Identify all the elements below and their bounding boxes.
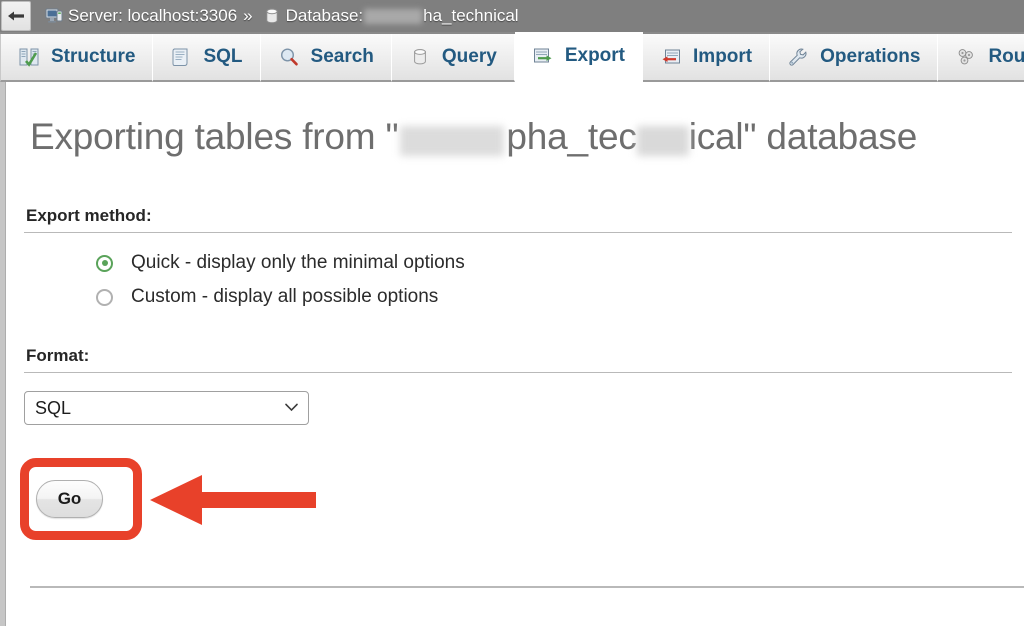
breadcrumb-server[interactable]: Server: localhost:3306 — [45, 6, 237, 26]
tab-sql-label: SQL — [203, 46, 242, 68]
radio-custom-label: Custom - display all possible options — [131, 286, 438, 308]
radio-quick[interactable] — [96, 255, 113, 272]
tab-export-label: Export — [565, 45, 625, 67]
breadcrumb-database-name: ha_technical — [423, 6, 518, 26]
search-icon — [278, 46, 300, 68]
redacted-title-segment-1 — [400, 126, 504, 156]
page-title-prefix: Exporting tables from " — [30, 116, 398, 157]
tab-routines-label: Routines — [988, 46, 1024, 68]
format-heading: Format: — [24, 346, 1012, 373]
redacted-title-segment-2 — [637, 126, 689, 156]
redacted-database-prefix — [364, 9, 422, 24]
query-icon — [409, 46, 431, 68]
bottom-divider — [30, 586, 1024, 588]
tab-import[interactable]: Import — [643, 34, 770, 82]
database-icon — [263, 7, 281, 25]
wrench-icon — [787, 46, 809, 68]
page-title-middle: pha_tec — [506, 116, 636, 157]
structure-icon — [18, 46, 40, 68]
breadcrumb-server-label: Server: localhost:3306 — [68, 6, 237, 26]
import-icon — [660, 46, 682, 68]
tab-query[interactable]: Query — [392, 34, 515, 82]
export-icon — [532, 45, 554, 67]
breadcrumb-separator: » — [243, 6, 252, 26]
format-section: Format: — [24, 346, 1012, 373]
tab-structure-label: Structure — [51, 46, 135, 68]
radio-quick-label: Quick - display only the minimal options — [131, 252, 465, 274]
tab-query-label: Query — [442, 46, 497, 68]
export-method-section: Export method: Quick - display only the … — [24, 206, 1012, 314]
tab-search[interactable]: Search — [261, 34, 392, 82]
tab-search-label: Search — [311, 46, 374, 68]
go-button-area: Go — [6, 453, 1024, 549]
export-method-heading: Export method: — [24, 206, 1012, 233]
breadcrumb-bar: Server: localhost:3306 » Database: ha_te… — [0, 0, 1024, 32]
phpmyadmin-export-screen: Server: localhost:3306 » Database: ha_te… — [0, 0, 1024, 626]
breadcrumb-database-label: Database: — [286, 6, 364, 26]
page-title-suffix: ical" database — [689, 116, 917, 157]
tab-structure[interactable]: Structure — [0, 34, 153, 82]
format-select-wrapper: SQL — [24, 391, 309, 425]
sql-icon — [170, 46, 192, 68]
radio-option-quick[interactable]: Quick - display only the minimal options — [24, 246, 1012, 280]
radio-custom[interactable] — [96, 289, 113, 306]
main-content: Exporting tables from " pha_tec ical" data… — [6, 82, 1024, 626]
go-button[interactable]: Go — [36, 480, 103, 518]
format-select[interactable]: SQL — [24, 391, 309, 425]
tab-import-label: Import — [693, 46, 752, 68]
breadcrumb-database[interactable]: Database: ha_technical — [263, 6, 519, 26]
tab-operations-label: Operations — [820, 46, 920, 68]
page-title: Exporting tables from " pha_tec ical" data… — [6, 82, 1024, 158]
tab-bar: Structure SQL Search Query — [0, 32, 1024, 82]
server-icon — [45, 7, 63, 25]
annotation-arrow-icon — [150, 473, 316, 527]
radio-option-custom[interactable]: Custom - display all possible options — [24, 280, 1012, 314]
tab-routines[interactable]: Routines — [938, 34, 1024, 82]
tab-export[interactable]: Export — [515, 32, 643, 82]
tab-operations[interactable]: Operations — [770, 34, 938, 82]
tab-sql[interactable]: SQL — [153, 34, 260, 82]
routines-icon — [955, 46, 977, 68]
back-button[interactable] — [1, 1, 31, 31]
back-arrow-icon — [6, 9, 26, 23]
